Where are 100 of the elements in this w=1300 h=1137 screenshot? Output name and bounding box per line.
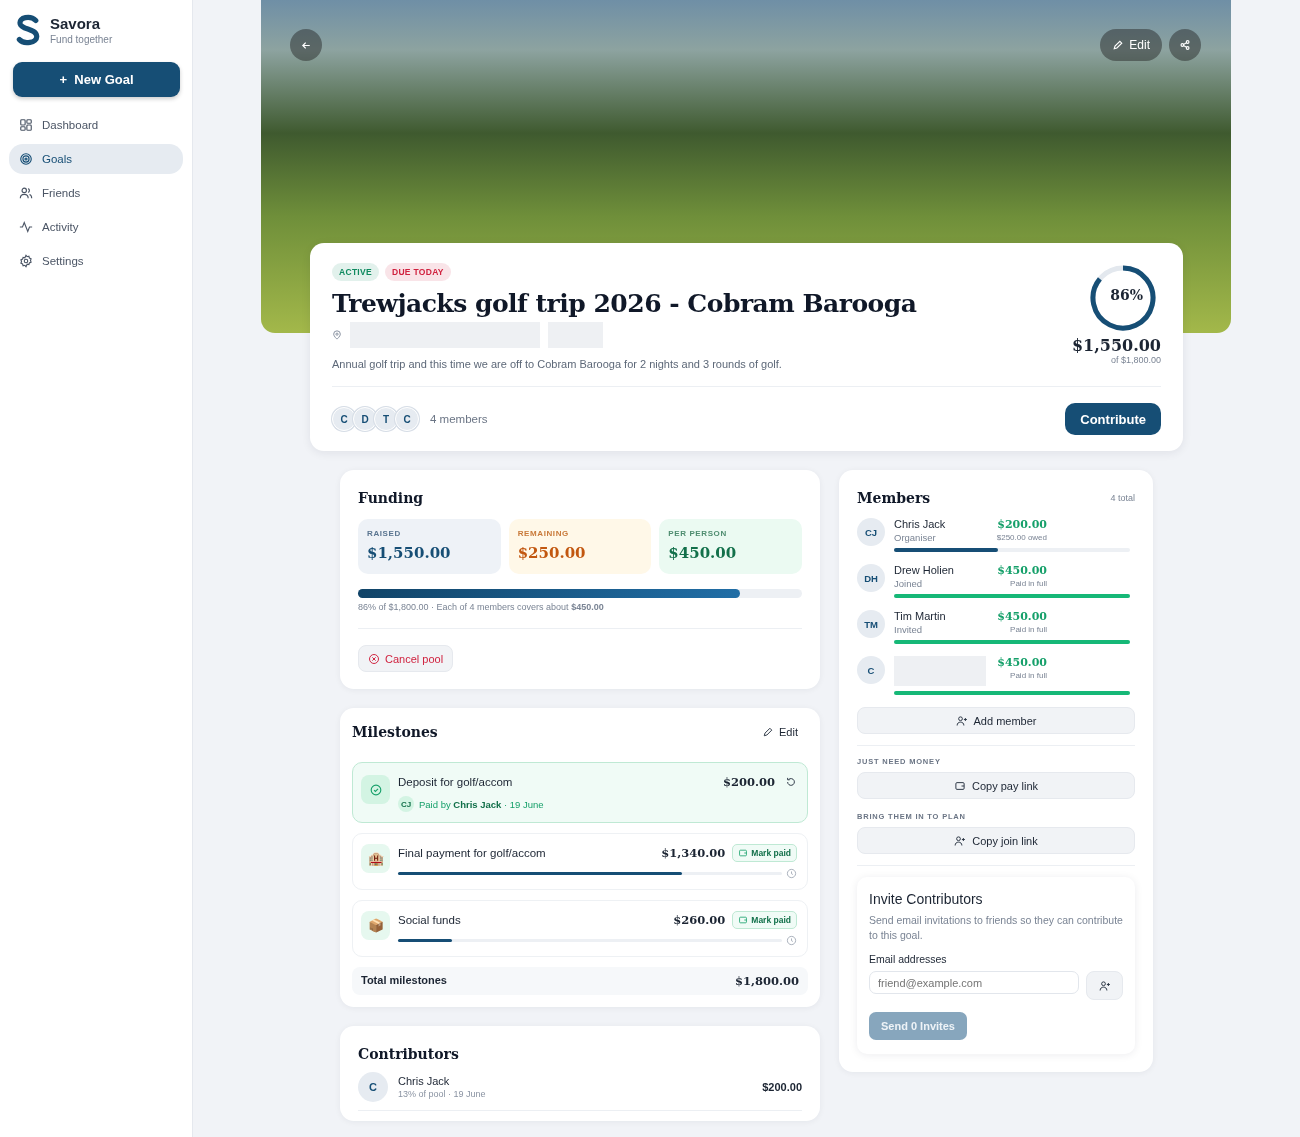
sidebar-item[interactable]: Friends — [9, 178, 183, 208]
copy-join-link-button[interactable]: Copy join link — [857, 827, 1135, 854]
milestone-amount: $1,340.00 — [661, 846, 726, 860]
stat-label: PER PERSON — [668, 529, 728, 538]
email-input[interactable]: friend@example.com — [869, 971, 1079, 995]
wallet-icon — [738, 915, 749, 925]
member-role: Joined — [894, 578, 923, 589]
wallet-icon — [738, 848, 749, 858]
milestone-name: Deposit for golf/accom — [398, 776, 514, 788]
edit-button[interactable]: Edit — [1100, 29, 1162, 61]
payer-avatar: CJ — [398, 796, 414, 812]
contributor-amount: $200.00 — [762, 1081, 802, 1093]
goal-title: Trewjacks golf trip 2026 - Cobram Barooga — [332, 289, 917, 318]
milestone-name: Social funds — [398, 914, 462, 926]
member-amount: $200.00 — [997, 518, 1047, 531]
cancel-pool-button[interactable]: Cancel pool — [358, 645, 454, 672]
clock-icon — [786, 868, 797, 879]
member-note: Paid in full — [1010, 671, 1047, 680]
add-person-icon — [1098, 979, 1111, 992]
members-count: 4 members — [430, 413, 488, 425]
card-title: Members — [857, 490, 931, 506]
member-avatar: T — [374, 407, 398, 431]
contributor-detail: 13% of pool · 19 June — [398, 1089, 487, 1099]
sidebar-item[interactable]: Dashboard — [9, 110, 183, 140]
edit-button[interactable]: Edit — [762, 726, 808, 738]
member-name: Tim Martin — [894, 610, 947, 622]
total-amount: $1,800.00 — [734, 974, 799, 988]
emoji-icon: 📦 — [361, 911, 390, 940]
stat-value: $450.00 — [668, 544, 738, 562]
pulse-icon — [19, 220, 33, 234]
member-role: Invited — [894, 624, 923, 635]
target-amount: of $1,800.00 — [1110, 355, 1161, 365]
sidebar-item[interactable]: Goals — [9, 144, 183, 174]
stat-label: RAISED — [367, 529, 402, 538]
milestone-amount: $260.00 — [673, 913, 726, 927]
wallet-icon — [953, 779, 966, 792]
stat-value: $250.00 — [517, 544, 587, 562]
paid-by-text: Paid by Chris Jack · 19 June — [419, 798, 544, 810]
member-avatar: CJ — [857, 518, 885, 546]
card-title: Contributors — [358, 1046, 460, 1062]
member-amount: $450.00 — [997, 610, 1047, 623]
stat-label: REMAINING — [517, 529, 570, 538]
goal-description: Annual golf trip and this time we are off to Cobram Barooga for 2 nights and 3 rounds of golf. — [332, 358, 783, 370]
contributor-name: Chris Jack — [398, 1075, 451, 1087]
member-note: $250.00 owed — [996, 533, 1047, 542]
add-person-icon — [954, 834, 967, 847]
invite-title: Invite Contributors — [869, 891, 984, 907]
add-person-icon — [955, 714, 968, 727]
copy-pay-link-button[interactable]: Copy pay link — [857, 772, 1135, 799]
mark-paid-button[interactable]: Mark paid — [732, 844, 797, 862]
clock-icon — [786, 935, 797, 946]
member-avatar: C — [395, 407, 419, 431]
share-icon — [1179, 39, 1191, 51]
add-member-button[interactable]: Add member — [857, 707, 1135, 734]
status-badge: ACTIVE — [332, 263, 379, 281]
pencil-icon — [762, 726, 775, 738]
target-icon — [19, 152, 33, 166]
member-note: Paid in full — [1010, 579, 1047, 588]
close-circle-icon — [368, 652, 380, 665]
milestone-name: Final payment for golf/accom — [398, 847, 547, 859]
mark-paid-button[interactable]: Mark paid — [732, 911, 797, 929]
contributor-avatar: C — [358, 1072, 388, 1102]
sidebar-item[interactable]: Activity — [9, 212, 183, 242]
grid-icon — [19, 118, 33, 132]
stat-value: $1,550.00 — [367, 544, 452, 562]
member-avatar: DH — [857, 564, 885, 592]
people-icon — [19, 186, 33, 200]
contribute-button[interactable]: Contribute — [1065, 403, 1161, 435]
undo-icon[interactable] — [785, 776, 797, 788]
members-total: 4 total — [1110, 493, 1135, 503]
member-avatar: C — [332, 407, 356, 431]
share-button[interactable] — [1169, 29, 1201, 61]
logo-icon — [15, 14, 41, 46]
emoji-icon: 🏨 — [361, 844, 390, 873]
gear-icon — [19, 254, 33, 268]
add-person-button[interactable] — [1086, 971, 1123, 1001]
card-title: Funding — [358, 490, 425, 506]
back-button[interactable] — [290, 29, 322, 61]
progress-percent: 86% — [1110, 287, 1143, 303]
member-avatar: TM — [857, 610, 885, 638]
member-avatar: C — [857, 656, 885, 684]
member-name: Chris Jack — [894, 518, 947, 530]
new-goal-button[interactable]: + New Goal — [13, 62, 180, 97]
brand-name: Savora — [50, 15, 102, 32]
member-note: Paid in full — [1010, 625, 1047, 634]
raised-amount: $1,550.00 — [1071, 336, 1161, 355]
pencil-icon — [1112, 39, 1125, 51]
member-name: Drew Holien — [894, 564, 955, 576]
milestone-amount: $200.00 — [723, 775, 775, 789]
member-amount: $450.00 — [997, 564, 1047, 577]
total-label: Total milestones — [361, 974, 447, 988]
funding-summary: 86% of $1,800.00 · Each of 4 members covers about $450.00 — [358, 602, 605, 612]
field-label: Email addresses — [869, 953, 948, 966]
sidebar-item[interactable]: Settings — [9, 246, 183, 276]
status-badge: DUE TODAY — [385, 263, 451, 281]
brand-tagline: Fund together — [50, 34, 113, 45]
member-avatar: D — [353, 407, 377, 431]
location-pin-icon — [332, 330, 342, 340]
progress-ring — [1088, 263, 1158, 333]
invite-description: Send email invitations to friends so they can contribute to this goal. — [869, 913, 1123, 944]
